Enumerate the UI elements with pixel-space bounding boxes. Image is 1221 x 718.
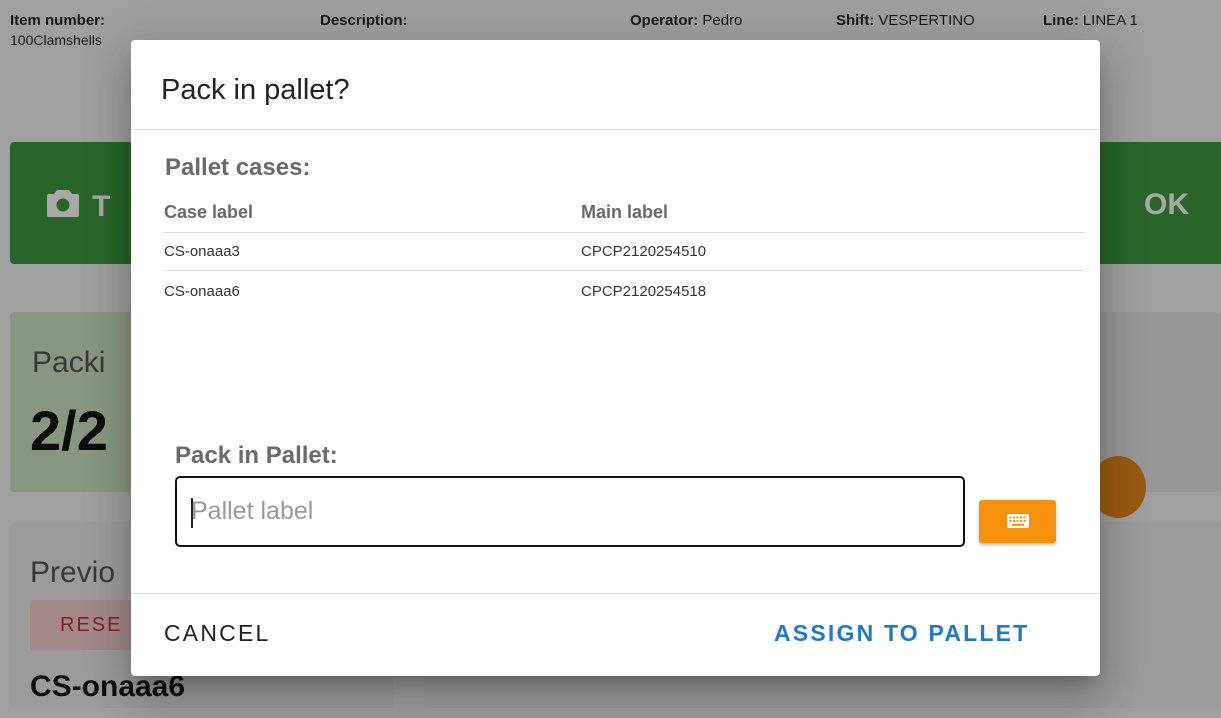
column-header-case-label: Case label — [164, 202, 254, 222]
text-cursor — [191, 498, 193, 528]
pallet-cases-title: Pallet cases: — [165, 154, 311, 181]
title-divider — [131, 129, 1100, 130]
row-divider — [164, 270, 1085, 271]
pallet-label-input[interactable] — [175, 476, 965, 547]
case-label-cell: CS-onaaa6 — [164, 283, 240, 300]
keyboard-button[interactable] — [979, 500, 1056, 543]
case-label-cell: CS-onaaa3 — [164, 243, 240, 260]
main-label-cell: CPCP2120254518 — [581, 283, 707, 300]
main-label-cell: CPCP2120254510 — [581, 243, 707, 260]
actions-divider — [131, 593, 1100, 594]
assign-to-pallet-button[interactable]: ASSIGN TO PALLET — [774, 620, 1029, 647]
dialog-title: Pack in pallet? — [161, 74, 350, 106]
header-divider — [164, 232, 1085, 233]
pack-in-pallet-dialog: Pack in pallet? Pallet cases: Case label… — [131, 40, 1100, 676]
column-header-main-label: Main label — [581, 202, 669, 222]
pack-in-pallet-label: Pack in Pallet: — [175, 442, 338, 469]
keyboard-icon — [1007, 514, 1029, 528]
cancel-button[interactable]: CANCEL — [164, 620, 271, 647]
